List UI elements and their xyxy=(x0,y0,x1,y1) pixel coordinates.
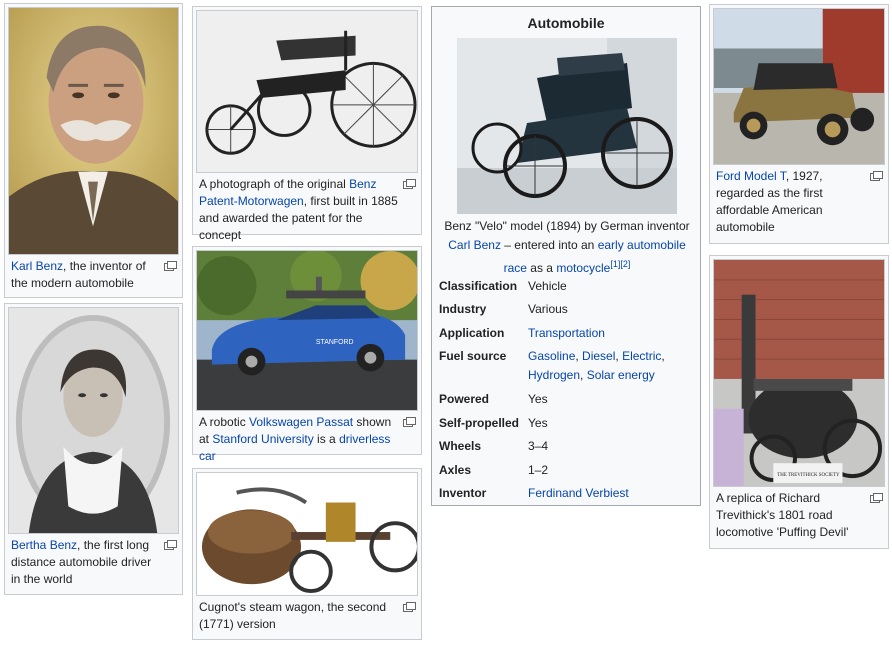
infobox-caption: Benz "Velo" model (1894) by German inven… xyxy=(438,217,696,278)
electric-link[interactable]: Electric xyxy=(622,349,661,363)
row-value: Yes xyxy=(528,416,548,430)
passat-caption-pre: A robotic xyxy=(199,415,250,429)
ford-model-t-photo[interactable] xyxy=(713,8,885,165)
diesel-link[interactable]: Diesel xyxy=(582,349,615,363)
row-value: Vehicle xyxy=(528,279,567,293)
bertha-benz-link[interactable]: Bertha Benz xyxy=(11,538,77,552)
enlarge-icon[interactable] xyxy=(164,261,177,271)
trevithick-sign-text: THE TREVITHICK SOCIETY xyxy=(777,473,840,478)
infobox-automobile: Automobile Benz "Velo" model (1894) by G… xyxy=(431,6,701,506)
cugnot-caption: Cugnot's steam wagon, the second (1771) … xyxy=(196,596,418,633)
row-label: Powered xyxy=(439,392,490,406)
ford-model-t-caption: Ford Model T, 1927, regarded as the firs… xyxy=(713,165,885,236)
motorwagen-photo[interactable] xyxy=(196,10,418,173)
row-value: Yes xyxy=(528,392,548,406)
puffing-devil-caption-text: A replica of Richard Trevithick's 1801 r… xyxy=(716,491,849,539)
cugnot-caption-text: Cugnot's steam wagon, the second (1771) … xyxy=(199,600,387,631)
fuel-source-values: Gasoline, Diesel, Electric, Hydrogen, Sol… xyxy=(528,347,698,385)
enlarge-icon[interactable] xyxy=(403,417,416,427)
karl-benz-photo[interactable] xyxy=(8,7,179,255)
enlarge-icon[interactable] xyxy=(164,540,177,550)
row-value: 3–4 xyxy=(528,439,549,453)
row-label: Fuel source xyxy=(439,349,507,363)
passat-plate-text: STANFORD xyxy=(316,339,354,346)
row-label: Inventor xyxy=(439,486,487,500)
thumb-passat: STANFORD A robotic Volkswagen Passat sho… xyxy=(192,246,422,463)
karl-benz-link[interactable]: Karl Benz xyxy=(11,259,63,273)
row-label: Industry xyxy=(439,302,487,316)
thumb-bertha-benz: Bertha Benz, the first long distance aut… xyxy=(4,303,183,595)
stanford-university-link[interactable]: Stanford University xyxy=(212,432,313,446)
row-label: Classification xyxy=(439,279,518,293)
karl-benz-caption: Karl Benz, the inventor of the modern au… xyxy=(8,255,179,292)
puffing-devil-photo[interactable]: THE TREVITHICK SOCIETY xyxy=(713,259,885,487)
thumb-karl-benz: Karl Benz, the inventor of the modern au… xyxy=(4,3,183,298)
infobox-caption-pre: Benz "Velo" model (1894) by German inven… xyxy=(444,219,690,233)
puffing-devil-caption: A replica of Richard Trevithick's 1801 r… xyxy=(713,487,885,541)
passat-photo[interactable]: STANFORD xyxy=(196,250,418,411)
motorwagen-caption-pre: A photograph of the original xyxy=(199,177,350,191)
separator: , xyxy=(580,368,587,382)
infobox-title: Automobile xyxy=(527,15,605,31)
enlarge-icon[interactable] xyxy=(870,493,883,503)
row-value: Various xyxy=(528,302,568,316)
gasoline-link[interactable]: Gasoline xyxy=(528,349,575,363)
bertha-benz-caption: Bertha Benz, the first long distance aut… xyxy=(8,534,179,588)
row-value: 1–2 xyxy=(528,463,549,477)
infobox-caption-mid1: – entered into an xyxy=(500,238,598,252)
thumb-motorwagen: A photograph of the original Benz Patent… xyxy=(192,6,422,242)
enlarge-icon[interactable] xyxy=(870,171,883,181)
passat-caption-mid2: is a xyxy=(313,432,340,446)
row-label: Axles xyxy=(439,463,472,477)
ferdinand-verbiest-link[interactable]: Ferdinand Verbiest xyxy=(528,484,698,503)
thumb-ford-model-t: Ford Model T, 1927, regarded as the firs… xyxy=(709,4,889,244)
volkswagen-passat-link[interactable]: Volkswagen Passat xyxy=(249,415,353,429)
transportation-link[interactable]: Transportation xyxy=(528,324,698,343)
enlarge-icon[interactable] xyxy=(403,602,416,612)
ford-model-t-link[interactable]: Ford Model T xyxy=(716,169,786,183)
motorwagen-caption: A photograph of the original Benz Patent… xyxy=(196,173,418,244)
solar-energy-link[interactable]: Solar energy xyxy=(587,368,655,382)
carl-benz-link[interactable]: Carl Benz xyxy=(448,238,501,252)
separator: , xyxy=(661,349,665,363)
enlarge-icon[interactable] xyxy=(403,179,416,189)
thumb-cugnot: Cugnot's steam wagon, the second (1771) … xyxy=(192,468,422,640)
reference-links[interactable]: [1][2] xyxy=(610,259,630,269)
row-label: Application xyxy=(439,326,505,340)
row-label: Wheels xyxy=(439,439,482,453)
passat-caption: A robotic Volkswagen Passat shown at Sta… xyxy=(196,411,418,465)
cugnot-photo[interactable] xyxy=(196,472,418,596)
infobox-caption-mid2: as a xyxy=(526,261,557,275)
benz-velo-photo[interactable] xyxy=(457,38,677,214)
row-label: Self-propelled xyxy=(439,416,520,430)
hydrogen-link[interactable]: Hydrogen xyxy=(528,368,580,382)
motocycle-link[interactable]: motocycle xyxy=(556,261,610,275)
bertha-benz-photo[interactable] xyxy=(8,307,179,534)
thumb-puffing-devil: THE TREVITHICK SOCIETY A replica of Rich… xyxy=(709,255,889,549)
